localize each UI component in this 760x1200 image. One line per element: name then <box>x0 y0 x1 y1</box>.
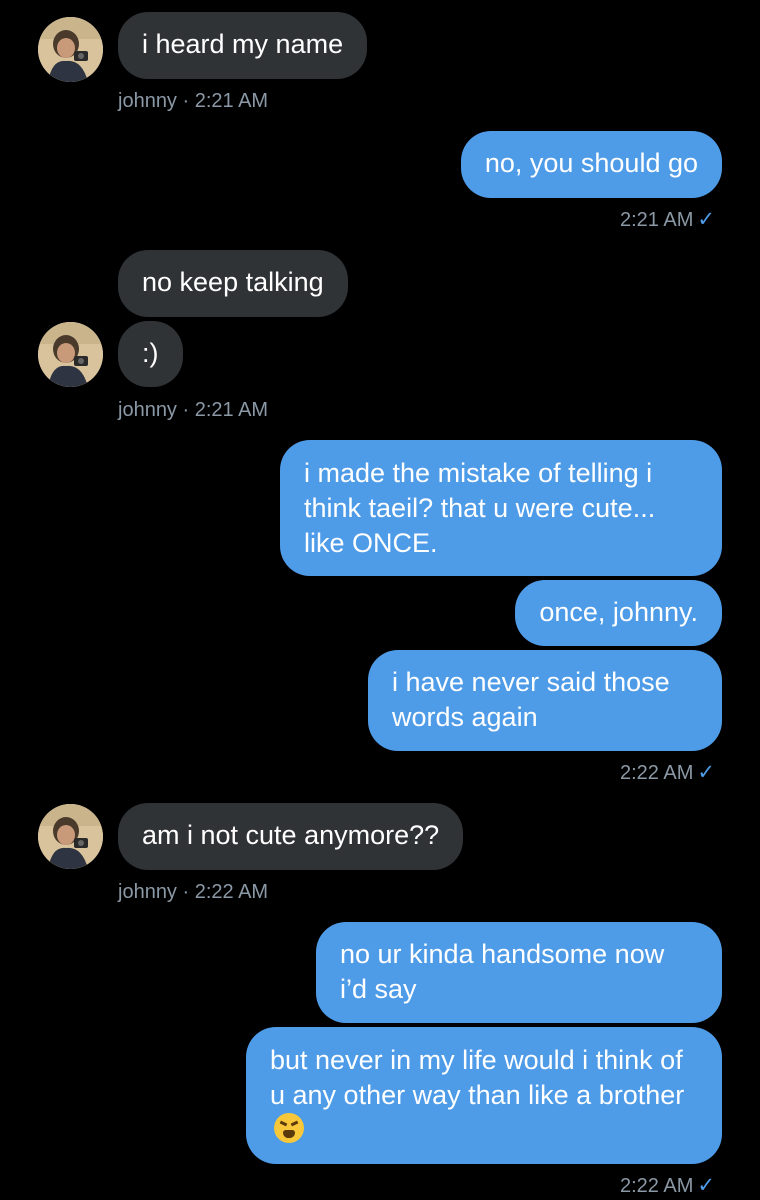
avatar[interactable] <box>38 322 103 387</box>
message-bubble-incoming[interactable]: no keep talking <box>118 250 348 317</box>
tired-face-emoji <box>274 1113 304 1143</box>
message-meta: 2:22 AM ✓ <box>620 761 715 785</box>
message-text: i made the mistake of telling i think ta… <box>304 458 656 558</box>
message-meta: johnny · 2:21 AM <box>118 90 269 112</box>
checkmark-icon: ✓ <box>697 761 715 784</box>
message-bubble-incoming[interactable]: i heard my name <box>118 12 368 79</box>
message-text: no, you should go <box>484 148 698 178</box>
message-bubble-incoming[interactable]: :) <box>118 321 183 387</box>
message-bubble-outgoing[interactable]: i have never said those words again <box>368 650 722 751</box>
message-text: :) <box>142 338 159 368</box>
message-meta: 2:21 AM ✓ <box>620 208 715 232</box>
message-bubble-outgoing[interactable]: no, you should go <box>460 131 722 198</box>
message-meta: johnny · 2:22 AM <box>118 881 269 903</box>
message-time: 2:21 AM <box>620 209 694 231</box>
message-text: no ur kinda handsome now i’d say <box>340 939 665 1004</box>
message-meta: johnny · 2:21 AM <box>118 399 269 421</box>
message-bubble-incoming[interactable]: am i not cute anymore?? <box>118 803 464 870</box>
avatar[interactable] <box>38 17 103 82</box>
message-bubble-outgoing[interactable]: once, johnny. <box>515 580 722 646</box>
message-bubble-outgoing[interactable]: i made the mistake of telling i think ta… <box>280 440 722 576</box>
message-bubble-outgoing[interactable]: no ur kinda handsome now i’d say <box>316 922 722 1023</box>
checkmark-icon: ✓ <box>697 208 715 231</box>
avatar-photo <box>38 322 103 387</box>
message-time: 2:22 AM <box>620 1175 694 1197</box>
avatar[interactable] <box>38 804 103 869</box>
message-time: 2:22 AM <box>620 762 694 784</box>
avatar-photo <box>38 17 103 82</box>
message-meta: 2:22 AM ✓ <box>620 1174 715 1198</box>
message-text: but never in my life would i think of u … <box>270 1045 685 1110</box>
message-text: no keep talking <box>142 267 324 297</box>
avatar-photo <box>38 804 103 869</box>
message-text: i heard my name <box>142 29 344 59</box>
message-text: am i not cute anymore?? <box>142 820 440 850</box>
checkmark-icon: ✓ <box>697 1174 715 1197</box>
message-text: once, johnny. <box>539 597 698 627</box>
message-bubble-outgoing[interactable]: but never in my life would i think of u … <box>246 1027 722 1164</box>
message-text: i have never said those words again <box>392 667 670 732</box>
